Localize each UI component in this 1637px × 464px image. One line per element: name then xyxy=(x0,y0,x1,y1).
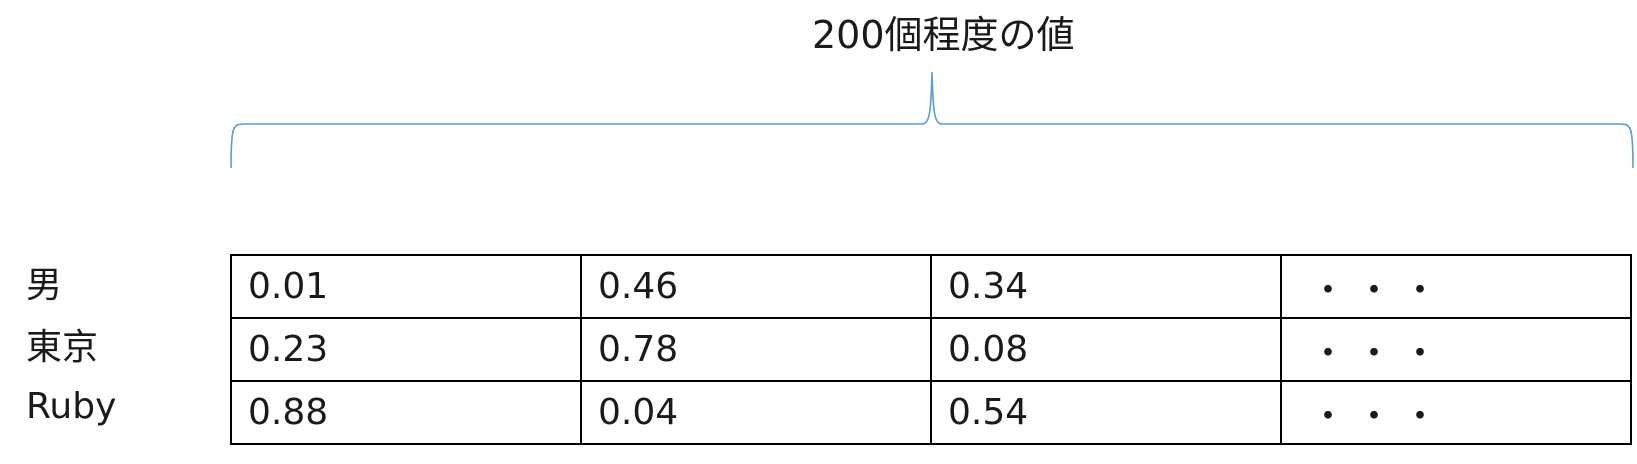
ellipsis-cell: ・・・ xyxy=(1280,254,1632,319)
table-cell: 0.78 xyxy=(580,317,932,382)
table-row: 0.88 0.04 0.54 ・・・ xyxy=(230,380,1632,445)
row-label-tokyo: 東京 xyxy=(26,327,99,368)
row-label-ruby: Ruby xyxy=(26,386,117,427)
ellipsis-cell: ・・・ xyxy=(1280,380,1632,445)
value-table: 0.01 0.46 0.34 ・・・ 0.23 0.78 0.08 ・・・ 0.… xyxy=(230,254,1632,445)
table-row: 0.01 0.46 0.34 ・・・ xyxy=(230,254,1632,319)
ellipsis-cell: ・・・ xyxy=(1280,317,1632,382)
table-cell: 0.08 xyxy=(930,317,1282,382)
table-cell: 0.46 xyxy=(580,254,932,319)
row-label-male: 男 xyxy=(26,265,63,306)
table-cell: 0.88 xyxy=(230,380,582,445)
brace-path xyxy=(230,71,1634,169)
table-cell: 0.01 xyxy=(230,254,582,319)
table-cell: 0.34 xyxy=(930,254,1282,319)
table-cell: 0.54 xyxy=(930,380,1282,445)
table-row: 0.23 0.78 0.08 ・・・ xyxy=(230,317,1632,382)
table-cell: 0.23 xyxy=(230,317,582,382)
table-cell: 0.04 xyxy=(580,380,932,445)
